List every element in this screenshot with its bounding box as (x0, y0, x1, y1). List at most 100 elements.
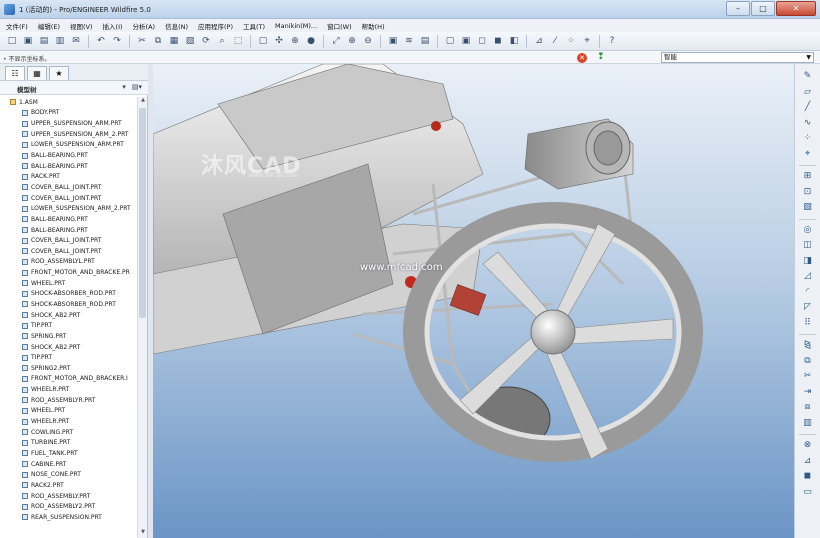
datum-axes-icon[interactable]: ⁄ (548, 34, 562, 48)
flex-icon[interactable]: ▭ (801, 486, 814, 498)
intersect-icon[interactable]: ⊗ (801, 439, 814, 451)
tree-item[interactable]: BALL-BEARING.PRT (0, 150, 137, 161)
tree-item[interactable]: COVER_BALL_JOINT.PRT (0, 182, 137, 193)
folder-browser-tab-icon[interactable]: ▦ (27, 66, 47, 80)
offset-icon[interactable]: ⧈ (801, 401, 814, 413)
menu-item[interactable]: 窗口(W) (327, 21, 352, 31)
appearance-icon[interactable]: ● (304, 34, 318, 48)
show-menu-icon[interactable]: ▤▾ (132, 83, 142, 91)
view-manager-icon[interactable]: ▤ (418, 34, 432, 48)
hole-icon[interactable]: ◎ (801, 224, 814, 236)
repaint-icon[interactable]: ▢ (256, 34, 270, 48)
tree-item[interactable]: RACK.PRT (0, 171, 137, 182)
tree-item[interactable]: SHOCK-ABSORBER_ROD.PRT (0, 289, 137, 300)
maximize-button[interactable]: □ (751, 1, 775, 16)
tree-item[interactable]: BALL-BEARING.PRT (0, 214, 137, 225)
solidify-icon[interactable]: ◼ (801, 470, 814, 482)
menu-item[interactable]: 分析(A) (133, 21, 156, 31)
tree-item[interactable]: WHEEL.PRT (0, 278, 137, 289)
tree-item[interactable]: COVER_BALL_JOINT.PRT (0, 246, 137, 257)
print-icon[interactable]: ▥ (53, 34, 67, 48)
draft-icon[interactable]: ◿ (801, 270, 814, 282)
datum-point-icon[interactable]: ⁘ (801, 132, 814, 144)
assemble-icon[interactable]: ⊞ (801, 170, 814, 182)
menu-item[interactable]: 帮助(H) (362, 21, 385, 31)
shading-icon[interactable]: ◼ (491, 34, 505, 48)
csys-icon[interactable]: ⌖ (580, 34, 594, 48)
graphics-viewport[interactable]: 沐风CAD www.mfcad.com www.mfcad.com (153, 64, 794, 538)
tree-item[interactable]: NOSE_CONE.PRT (0, 469, 137, 480)
paste-icon[interactable]: ▦ (167, 34, 181, 48)
tree-item[interactable]: CABINE.PRT (0, 459, 137, 470)
menu-item[interactable]: 编辑(E) (38, 21, 60, 31)
tree-item[interactable]: TIP.PRT (0, 320, 137, 331)
package-icon[interactable]: ▧ (801, 201, 814, 213)
zoom-in-icon[interactable]: ⊕ (345, 34, 359, 48)
tree-item[interactable]: RACK2.PRT (0, 480, 137, 491)
paste-special-icon[interactable]: ▧ (183, 34, 197, 48)
tree-item[interactable]: TURBINE.PRT (0, 438, 137, 449)
regenerate-icon[interactable]: ⟳ (199, 34, 213, 48)
new-icon[interactable]: □ (5, 34, 19, 48)
tree-item[interactable]: LOWER_SUSPENSION_ARM.PRT (0, 140, 137, 151)
help-icon[interactable]: ? (605, 34, 619, 48)
no-hidden-icon[interactable]: ◻ (475, 34, 489, 48)
menu-item[interactable]: Manikin(M)... (275, 22, 317, 30)
stop-icon[interactable]: ✕ (577, 53, 587, 63)
tree-item[interactable]: TIP.PRT (0, 352, 137, 363)
close-button[interactable]: ✕ (776, 1, 816, 16)
tree-item[interactable]: COVER_BALL_JOINT.PRT (0, 193, 137, 204)
round-icon[interactable]: ◜ (801, 286, 814, 298)
tree-item[interactable]: ROD_ASSEMBLYR.PRT (0, 395, 137, 406)
thicken-icon[interactable]: ▥ (801, 417, 814, 429)
tree-item[interactable]: SPRING.PRT (0, 331, 137, 342)
email-icon[interactable]: ✉ (69, 34, 83, 48)
menu-item[interactable]: 工具(T) (243, 21, 265, 31)
extend-icon[interactable]: ⇥ (801, 386, 814, 398)
tree-item[interactable]: BALL-BEARING.PRT (0, 225, 137, 236)
datum-curve-icon[interactable]: ∿ (801, 117, 814, 129)
open-icon[interactable]: ▣ (21, 34, 35, 48)
create-component-icon[interactable]: ⊡ (801, 186, 814, 198)
tree-root[interactable]: 1.ASM (0, 97, 137, 108)
tree-item[interactable]: ROD_ASSEMBLY2.PRT (0, 501, 137, 512)
tree-item[interactable]: SHOCK_AB2.PRT (0, 342, 137, 353)
wireframe-icon[interactable]: ▢ (443, 34, 457, 48)
orient-icon[interactable]: ⊕ (288, 34, 302, 48)
coordinate-system-icon[interactable]: ⌖ (801, 148, 814, 160)
tree-item[interactable]: WHEELR.PRT (0, 416, 137, 427)
project-icon[interactable]: ⊿ (801, 455, 814, 467)
save-icon[interactable]: ▤ (37, 34, 51, 48)
tree-item[interactable]: FRONT_MOTOR_AND_BRACKE.PR (0, 267, 137, 278)
minimize-button[interactable]: – (726, 1, 750, 16)
model-tree-scrollbar[interactable]: ▲ ▼ (137, 97, 147, 538)
datum-planes-icon[interactable]: ⊿ (532, 34, 546, 48)
saved-views-icon[interactable]: ▣ (386, 34, 400, 48)
rib-icon[interactable]: ◨ (801, 255, 814, 267)
copy-icon[interactable]: ⧉ (151, 34, 165, 48)
tree-item[interactable]: BODY.PRT (0, 108, 137, 119)
redo-icon[interactable]: ↷ (110, 34, 124, 48)
tree-item[interactable]: SHOCK-ABSORBER_ROD.PRT (0, 299, 137, 310)
undo-icon[interactable]: ↶ (94, 34, 108, 48)
datum-points-icon[interactable]: ⁘ (564, 34, 578, 48)
tree-item[interactable]: WHEELR.PRT (0, 384, 137, 395)
tree-item[interactable]: LOWER_SUSPENSION_ARM_2.PRT (0, 203, 137, 214)
scroll-down-icon[interactable]: ▼ (138, 529, 148, 538)
tree-item[interactable]: ROD_ASSEMBLYL.PRT (0, 257, 137, 268)
shell-icon[interactable]: ◫ (801, 239, 814, 251)
menu-item[interactable]: 视图(V) (70, 21, 93, 31)
tree-item[interactable]: SPRING2.PRT (0, 363, 137, 374)
datum-axis-icon[interactable]: ╱ (801, 101, 814, 113)
tree-item[interactable]: COVER_BALL_JOINT.PRT (0, 235, 137, 246)
zoom-out-icon[interactable]: ⊖ (361, 34, 375, 48)
sketch-icon[interactable]: ✎ (801, 70, 814, 82)
scroll-up-icon[interactable]: ▲ (138, 97, 148, 106)
tree-item[interactable]: SHOCK_AB2.PRT (0, 310, 137, 321)
tree-item[interactable]: REAR_SUSPENSION.PRT (0, 512, 137, 523)
settings-menu-icon[interactable]: ▾ (122, 83, 126, 91)
trim-icon[interactable]: ✂ (801, 370, 814, 382)
tree-item[interactable]: BALL-BEARING.PRT (0, 161, 137, 172)
pattern-icon[interactable]: ⠿ (801, 317, 814, 329)
find-icon[interactable]: ⌕ (215, 34, 229, 48)
